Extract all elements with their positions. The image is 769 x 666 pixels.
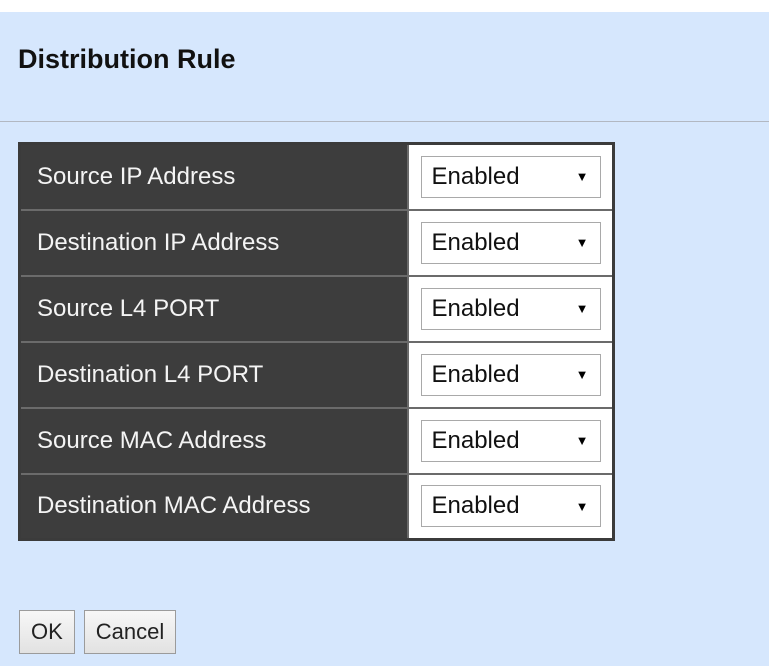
rule-label: Destination MAC Address <box>18 472 409 541</box>
table-row: Destination MAC Address Enabled ▼ <box>18 472 615 541</box>
rule-control-cell: Enabled ▼ <box>406 340 615 409</box>
table-row: Destination L4 PORT Enabled ▼ <box>18 340 615 409</box>
chevron-down-icon: ▼ <box>575 169 589 185</box>
select-value: Enabled <box>431 228 520 256</box>
source-mac-select[interactable]: Enabled ▼ <box>420 419 601 462</box>
table-row: Source IP Address Enabled ▼ <box>18 142 615 211</box>
source-l4-port-select[interactable]: Enabled ▼ <box>420 287 601 330</box>
select-value: Enabled <box>431 426 520 454</box>
rule-label: Destination IP Address <box>18 208 409 277</box>
chevron-down-icon: ▼ <box>575 367 589 382</box>
table-row: Destination IP Address Enabled ▼ <box>18 208 615 277</box>
chevron-down-icon: ▼ <box>575 498 589 514</box>
select-value: Enabled <box>431 294 520 322</box>
select-value: Enabled <box>431 492 520 520</box>
chevron-down-icon: ▼ <box>575 235 589 250</box>
distribution-rule-table: Source IP Address Enabled ▼ Destination … <box>18 142 615 541</box>
rule-control-cell: Enabled ▼ <box>406 142 615 211</box>
content-panel: Distribution Rule Source IP Address Enab… <box>0 12 769 666</box>
rule-label: Destination L4 PORT <box>18 340 409 409</box>
rule-label: Source MAC Address <box>18 406 409 475</box>
select-value: Enabled <box>431 360 520 388</box>
source-ip-select[interactable]: Enabled ▼ <box>420 155 601 198</box>
table-row: Source L4 PORT Enabled ▼ <box>18 274 615 343</box>
title-divider <box>0 121 769 122</box>
destination-mac-select[interactable]: Enabled ▼ <box>420 485 601 528</box>
rule-control-cell: Enabled ▼ <box>406 208 615 277</box>
chevron-down-icon: ▼ <box>575 433 589 448</box>
rule-control-cell: Enabled ▼ <box>406 472 615 541</box>
rule-control-cell: Enabled ▼ <box>406 406 615 475</box>
destination-ip-select[interactable]: Enabled ▼ <box>420 221 601 264</box>
cancel-button[interactable]: Cancel <box>83 610 177 654</box>
form-buttons: OK Cancel <box>19 610 177 654</box>
select-value: Enabled <box>431 162 520 190</box>
rule-label: Source IP Address <box>18 142 409 211</box>
chevron-down-icon: ▼ <box>575 301 589 316</box>
rule-control-cell: Enabled ▼ <box>406 274 615 343</box>
rule-label: Source L4 PORT <box>18 274 409 343</box>
page-title: Distribution Rule <box>18 44 236 74</box>
table-row: Source MAC Address Enabled ▼ <box>18 406 615 475</box>
ok-button[interactable]: OK <box>19 610 75 654</box>
destination-l4-port-select[interactable]: Enabled ▼ <box>420 353 601 396</box>
